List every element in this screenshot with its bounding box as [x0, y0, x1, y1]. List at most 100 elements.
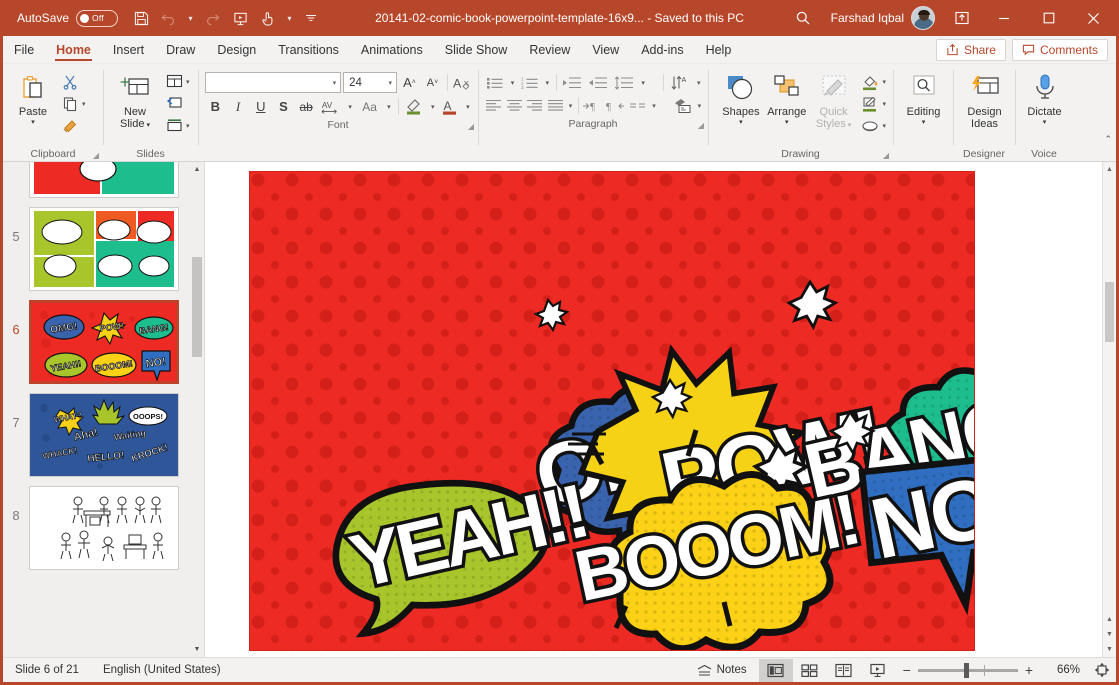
increase-indent-button[interactable]	[586, 72, 611, 93]
ribbon-display-options-icon[interactable]	[943, 10, 981, 26]
quick-styles-caret[interactable]: ▾	[846, 122, 851, 129]
font-size-combo[interactable]: 24 ▾	[343, 72, 397, 93]
close-button[interactable]	[1071, 0, 1116, 36]
reset-button[interactable]	[161, 93, 192, 114]
slide-canvas[interactable]: OMG! POW!	[249, 171, 975, 651]
bullets-button[interactable]	[484, 72, 506, 93]
thumbnail-scroll-track[interactable]	[190, 177, 204, 642]
line-spacing-caret[interactable]: ▾	[638, 72, 649, 93]
slide-vertical-scrollbar[interactable]: ▲ ▲ ▼ ▼	[1102, 162, 1116, 657]
strikethrough-button[interactable]: ab	[296, 96, 317, 117]
numbering-caret[interactable]: ▾	[542, 72, 553, 93]
align-center-button[interactable]	[504, 95, 523, 116]
collapse-ribbon-icon[interactable]: ⌃	[1104, 134, 1112, 145]
columns-layout-caret[interactable]: ▾	[649, 95, 658, 116]
shapes-caret[interactable]: ▾	[739, 118, 743, 127]
slide-sorter-icon[interactable]	[793, 659, 827, 682]
shape-outline-button[interactable]: ▾	[857, 93, 888, 114]
slide-scroll-down-icon[interactable]: ▼	[1103, 642, 1116, 657]
tab-design[interactable]: Design	[206, 36, 267, 63]
convert-smartart-button[interactable]	[672, 95, 694, 116]
tab-animations[interactable]: Animations	[350, 36, 434, 63]
share-button[interactable]: Share	[936, 39, 1006, 61]
bullets-caret[interactable]: ▾	[507, 72, 518, 93]
text-highlight-button[interactable]	[403, 96, 426, 117]
font-name-caret[interactable]: ▾	[331, 79, 339, 87]
thumbnail-scroll-up-icon[interactable]: ▲	[190, 162, 204, 177]
avatar[interactable]	[911, 6, 935, 30]
undo-icon[interactable]	[156, 5, 182, 31]
next-slide-icon[interactable]: ▼	[1103, 627, 1116, 642]
editing-caret[interactable]: ▾	[922, 118, 926, 127]
justify-caret[interactable]: ▾	[566, 95, 575, 116]
tab-file[interactable]: File	[3, 36, 45, 63]
tab-help[interactable]: Help	[695, 36, 743, 63]
language-indicator[interactable]: English (United States)	[91, 658, 233, 682]
decrease-indent-button[interactable]	[560, 72, 585, 93]
slide-scroll-thumb[interactable]	[1105, 282, 1114, 342]
new-slide-button[interactable]: New Slide ▾	[109, 70, 161, 130]
clear-formatting-button[interactable]: A	[452, 72, 473, 93]
zoom-out-button[interactable]: −	[903, 662, 911, 678]
copy-dropdown-caret[interactable]: ▾	[82, 100, 86, 108]
new-slide-caret[interactable]: ▾	[145, 122, 150, 129]
rtl-button[interactable]: ¶	[605, 95, 627, 116]
start-presentation-icon[interactable]	[227, 5, 253, 31]
paste-dropdown-caret[interactable]: ▾	[31, 118, 35, 127]
font-color-button[interactable]: A	[440, 96, 461, 117]
decrease-font-size-button[interactable]: A˅	[422, 72, 443, 93]
notes-button[interactable]: Notes	[685, 658, 759, 682]
increase-font-size-button[interactable]: A˄	[399, 72, 420, 93]
zoom-handle[interactable]	[964, 663, 969, 678]
fit-slide-to-window-icon[interactable]	[1088, 659, 1116, 682]
tab-draw[interactable]: Draw	[155, 36, 206, 63]
drawing-dialog-launcher[interactable]: ◢	[883, 151, 889, 160]
save-icon[interactable]	[128, 5, 154, 31]
tab-view[interactable]: View	[581, 36, 630, 63]
copy-button[interactable]: ▾	[57, 93, 88, 114]
previous-slide-icon[interactable]: ▲	[1103, 612, 1116, 627]
slide-counter[interactable]: Slide 6 of 21	[3, 658, 91, 682]
shape-effects-button[interactable]: ▾	[857, 115, 888, 136]
zoom-in-button[interactable]: +	[1025, 662, 1033, 678]
redo-icon[interactable]	[199, 5, 225, 31]
autosave-toggle[interactable]: AutoSave Off	[17, 10, 118, 27]
character-spacing-button[interactable]: AV	[319, 96, 343, 117]
thumbnail-preview-4[interactable]	[29, 162, 179, 198]
text-direction-button[interactable]: A	[667, 72, 692, 93]
shape-effects-caret[interactable]: ▾	[882, 122, 886, 130]
format-painter-button[interactable]	[57, 115, 88, 136]
tab-slide-show[interactable]: Slide Show	[434, 36, 519, 63]
arrange-button[interactable]: Arrange ▾	[764, 70, 810, 127]
dictate-button[interactable]: Dictate ▾	[1021, 70, 1068, 127]
clipboard-dialog-launcher[interactable]: ◢	[93, 151, 99, 160]
line-spacing-button[interactable]	[612, 72, 637, 93]
thumbnail-preview-7[interactable]: WHAT? OOOPS! Aha! Waiting WHACK! HELLO! …	[29, 393, 179, 477]
section-caret[interactable]: ▾	[186, 122, 190, 130]
text-highlight-caret[interactable]: ▾	[428, 96, 438, 117]
section-button[interactable]: ▾	[161, 115, 192, 136]
thumbnail-scrollbar[interactable]: ▲ ▼	[190, 162, 204, 657]
tab-insert[interactable]: Insert	[102, 36, 155, 63]
normal-view-icon[interactable]	[759, 659, 793, 682]
change-case-button[interactable]: Aa	[357, 96, 381, 117]
cut-button[interactable]	[57, 71, 88, 92]
undo-dropdown-caret[interactable]: ▾	[184, 5, 197, 31]
paragraph-dialog-launcher[interactable]: ◢	[698, 121, 704, 130]
layout-button[interactable]: ▾	[161, 71, 192, 92]
user-account[interactable]: Farshad Iqbal	[823, 6, 943, 30]
customize-quick-access-icon[interactable]	[298, 5, 324, 31]
comments-button[interactable]: Comments	[1012, 39, 1108, 61]
text-direction-caret[interactable]: ▾	[693, 72, 704, 93]
shapes-button[interactable]: Shapes ▾	[718, 70, 764, 127]
font-size-caret[interactable]: ▾	[386, 79, 394, 87]
arrange-caret[interactable]: ▾	[785, 118, 789, 127]
font-color-caret[interactable]: ▾	[463, 96, 473, 117]
text-shadow-button[interactable]: S	[273, 96, 294, 117]
tab-review[interactable]: Review	[518, 36, 581, 63]
shape-fill-button[interactable]: ▾	[857, 71, 888, 92]
italic-button[interactable]: I	[228, 96, 249, 117]
minimize-button[interactable]	[981, 0, 1026, 36]
thumbnail-item-7[interactable]: 7 WHAT? OOOPS! Aha!	[3, 393, 190, 477]
character-spacing-caret[interactable]: ▾	[345, 96, 355, 117]
